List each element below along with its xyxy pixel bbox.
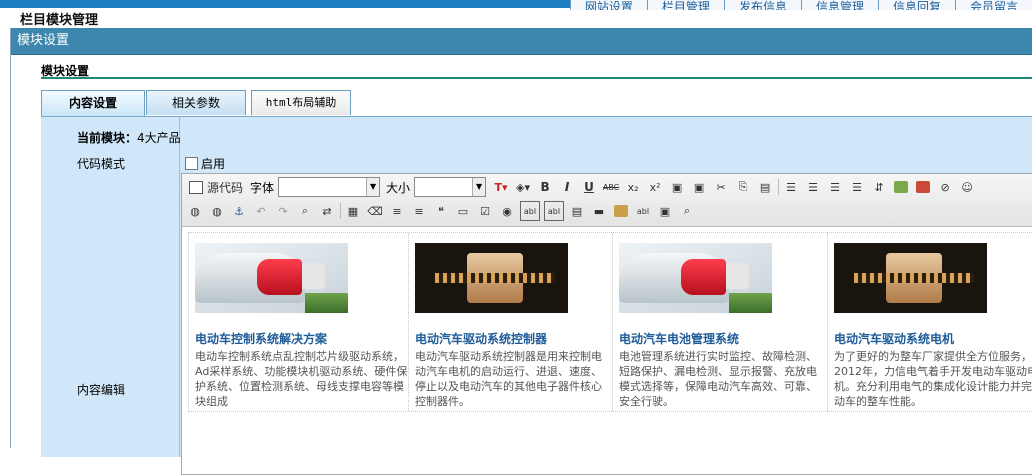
product-title[interactable]: 电动汽车电池管理系统 [619,330,827,347]
nav-item-site-settings[interactable]: 网站设置 [569,0,647,10]
blockquote-icon[interactable]: ❝ [432,202,450,220]
product-card: 电动汽车电池管理系统 电池管理系统进行实时监控、故障检测、短路保护、漏电检测、显… [613,233,828,411]
subscript-icon[interactable]: x₂ [624,178,642,196]
nav-item-publish[interactable]: 发布信息 [723,0,801,10]
section-divider [41,77,1032,79]
button-field-icon[interactable]: ▬ [590,202,608,220]
nav-item-member-message[interactable]: 会员留言 [954,0,1032,10]
product-image [415,243,568,313]
redo-icon[interactable]: ↷ [274,202,292,220]
form-icon[interactable]: ▭ [454,202,472,220]
toolbar-divider [340,203,341,219]
align-left-icon[interactable]: ☰ [782,178,800,196]
nav-item-column-manage[interactable]: 栏目管理 [646,0,724,10]
chevron-down-icon: ▼ [472,178,486,196]
bg-color-icon[interactable]: ◈▾ [514,178,532,196]
line-height-icon[interactable]: ⇵ [870,178,888,196]
text-field-icon[interactable]: abl [520,201,540,221]
replace-icon[interactable]: ⇄ [318,202,336,220]
anchor-icon[interactable]: ⚓ [230,202,248,220]
template-icon[interactable]: ▣ [656,202,674,220]
nav-item-info-reply[interactable]: 信息回复 [877,0,955,10]
strikethrough-icon[interactable]: ABC [602,178,620,196]
underline-icon[interactable]: U [580,178,598,196]
radio-icon[interactable]: ◉ [498,202,516,220]
flash-icon[interactable] [914,178,932,196]
current-module: 当前模块：4大产品 [77,129,181,146]
toolbar-divider [778,179,780,195]
cut-icon[interactable]: ✂ [712,178,730,196]
content-edit-label: 内容编辑 [77,383,126,397]
align-center-icon[interactable]: ☰ [804,178,822,196]
font-label: 字体 [250,180,275,195]
image-button-icon[interactable] [612,202,630,220]
media-icon[interactable]: ⊘ [936,178,954,196]
page-title: 栏目模块管理 [20,13,99,28]
textarea-icon[interactable]: abl [544,201,564,221]
paste-word-icon[interactable]: ▣ [690,178,708,196]
product-image [195,243,348,313]
code-mode-label: 代码模式 [77,157,126,171]
product-grid: 电动车控制系统解决方案 电动车控制系统点乱控制芯片级驱动系统，Ad采样系统、功能… [188,232,1032,412]
product-card: 电动汽车驱动系统控制器 电动汽车驱动系统控制器是用来控制电动汽车电机的启动运行、… [409,233,613,411]
product-title[interactable]: 电动汽车驱动系统电机 [834,330,1032,347]
size-select[interactable]: ▼ [414,177,487,197]
product-image [619,243,772,313]
remove-format-icon[interactable]: ⌫ [366,202,384,220]
text-color-icon[interactable]: T▾ [492,178,510,196]
product-desc: 为了更好的为整车厂家提供全方位服务，2012年，力信电气着手开发电动车驱动电机。… [834,350,1032,408]
paste-icon[interactable]: ▣ [668,178,686,196]
enable-label: 启用 [201,157,226,171]
bold-icon[interactable]: B [536,178,554,196]
current-module-label: 当前模块： [77,131,138,145]
ordered-list-icon[interactable]: ≡ [388,202,406,220]
dialog-title[interactable]: 模块设置 [11,28,1032,55]
paste-text-icon[interactable]: ▤ [756,178,774,196]
checkbox-icon[interactable]: ☑ [476,202,494,220]
top-nav: 网站设置 栏目管理 发布信息 信息管理 信息回复 会员留言 [569,0,1032,10]
chevron-down-icon: ▼ [366,178,380,196]
italic-icon[interactable]: I [558,178,576,196]
current-module-value: 4大产品 [137,131,181,145]
emoticon-icon[interactable]: ☺ [958,178,976,196]
product-card: 电动汽车驱动系统电机 为了更好的为整车厂家提供全方位服务，2012年，力信电气着… [828,233,1032,411]
product-title[interactable]: 电动车控制系统解决方案 [195,330,408,347]
hidden-field-icon[interactable]: abl [634,202,652,220]
product-image [834,243,987,313]
product-title[interactable]: 电动汽车驱动系统控制器 [415,330,612,347]
unordered-list-icon[interactable]: ≡ [410,202,428,220]
code-mode-toggle[interactable]: 启用 [185,155,225,172]
insert-link-icon[interactable]: ◍ [186,202,204,220]
product-card: 电动车控制系统解决方案 电动车控制系统点乱控制芯片级驱动系统，Ad采样系统、功能… [189,233,409,411]
unlink-icon[interactable]: ◍ [208,202,226,220]
superscript-icon[interactable]: x² [646,178,664,196]
select-field-icon[interactable]: ▤ [568,202,586,220]
select-all-icon[interactable]: ▦ [344,202,362,220]
rich-text-editor: 源代码 字体 ▼ 大小 ▼ T▾ ◈▾ B I U ABC x₂ x² ▣ ▣ [181,173,1032,475]
tab-related-params[interactable]: 相关参数 [146,90,246,115]
preview-icon[interactable]: ⌕ [678,202,696,220]
image-icon[interactable] [892,178,910,196]
font-select[interactable]: ▼ [278,177,381,197]
editor-content[interactable]: 电动车控制系统解决方案 电动车控制系统点乱控制芯片级驱动系统，Ad采样系统、功能… [188,232,1032,412]
source-code-button[interactable]: 源代码 [186,178,246,196]
size-label: 大小 [386,180,411,195]
source-code-icon [189,180,203,194]
source-code-label: 源代码 [207,180,244,195]
copy-icon[interactable]: ⎘ [734,178,752,196]
align-justify-icon[interactable]: ☰ [848,178,866,196]
editor-toolbar: 源代码 字体 ▼ 大小 ▼ T▾ ◈▾ B I U ABC x₂ x² ▣ ▣ [182,174,1032,227]
tab-content-settings[interactable]: 内容设置 [41,90,145,116]
undo-icon[interactable]: ↶ [252,202,270,220]
module-settings-dialog: 模块设置 模块设置 内容设置 相关参数 html布局辅助 当前模块：4大产品 代… [10,28,1032,475]
align-right-icon[interactable]: ☰ [826,178,844,196]
product-desc: 电动汽车驱动系统控制器是用来控制电动汽车电机的启动运行、进退、速度、停止以及电动… [415,350,602,408]
nav-item-info-manage[interactable]: 信息管理 [800,0,878,10]
content-settings-panel: 当前模块：4大产品 代码模式 启用 内容编辑 源代码 字体 ▼ 大小 ▼ T▾ … [41,116,1032,475]
tab-html-layout-helper[interactable]: html布局辅助 [251,90,351,115]
product-desc: 电池管理系统进行实时监控、故障检测、短路保护、漏电检测、显示报警、充放电模式选择… [619,350,817,408]
find-icon[interactable]: ⌕ [296,202,314,220]
enable-checkbox[interactable] [185,157,198,170]
product-desc: 电动车控制系统点乱控制芯片级驱动系统，Ad采样系统、功能模块机驱动系统、硬件保护… [195,350,408,408]
